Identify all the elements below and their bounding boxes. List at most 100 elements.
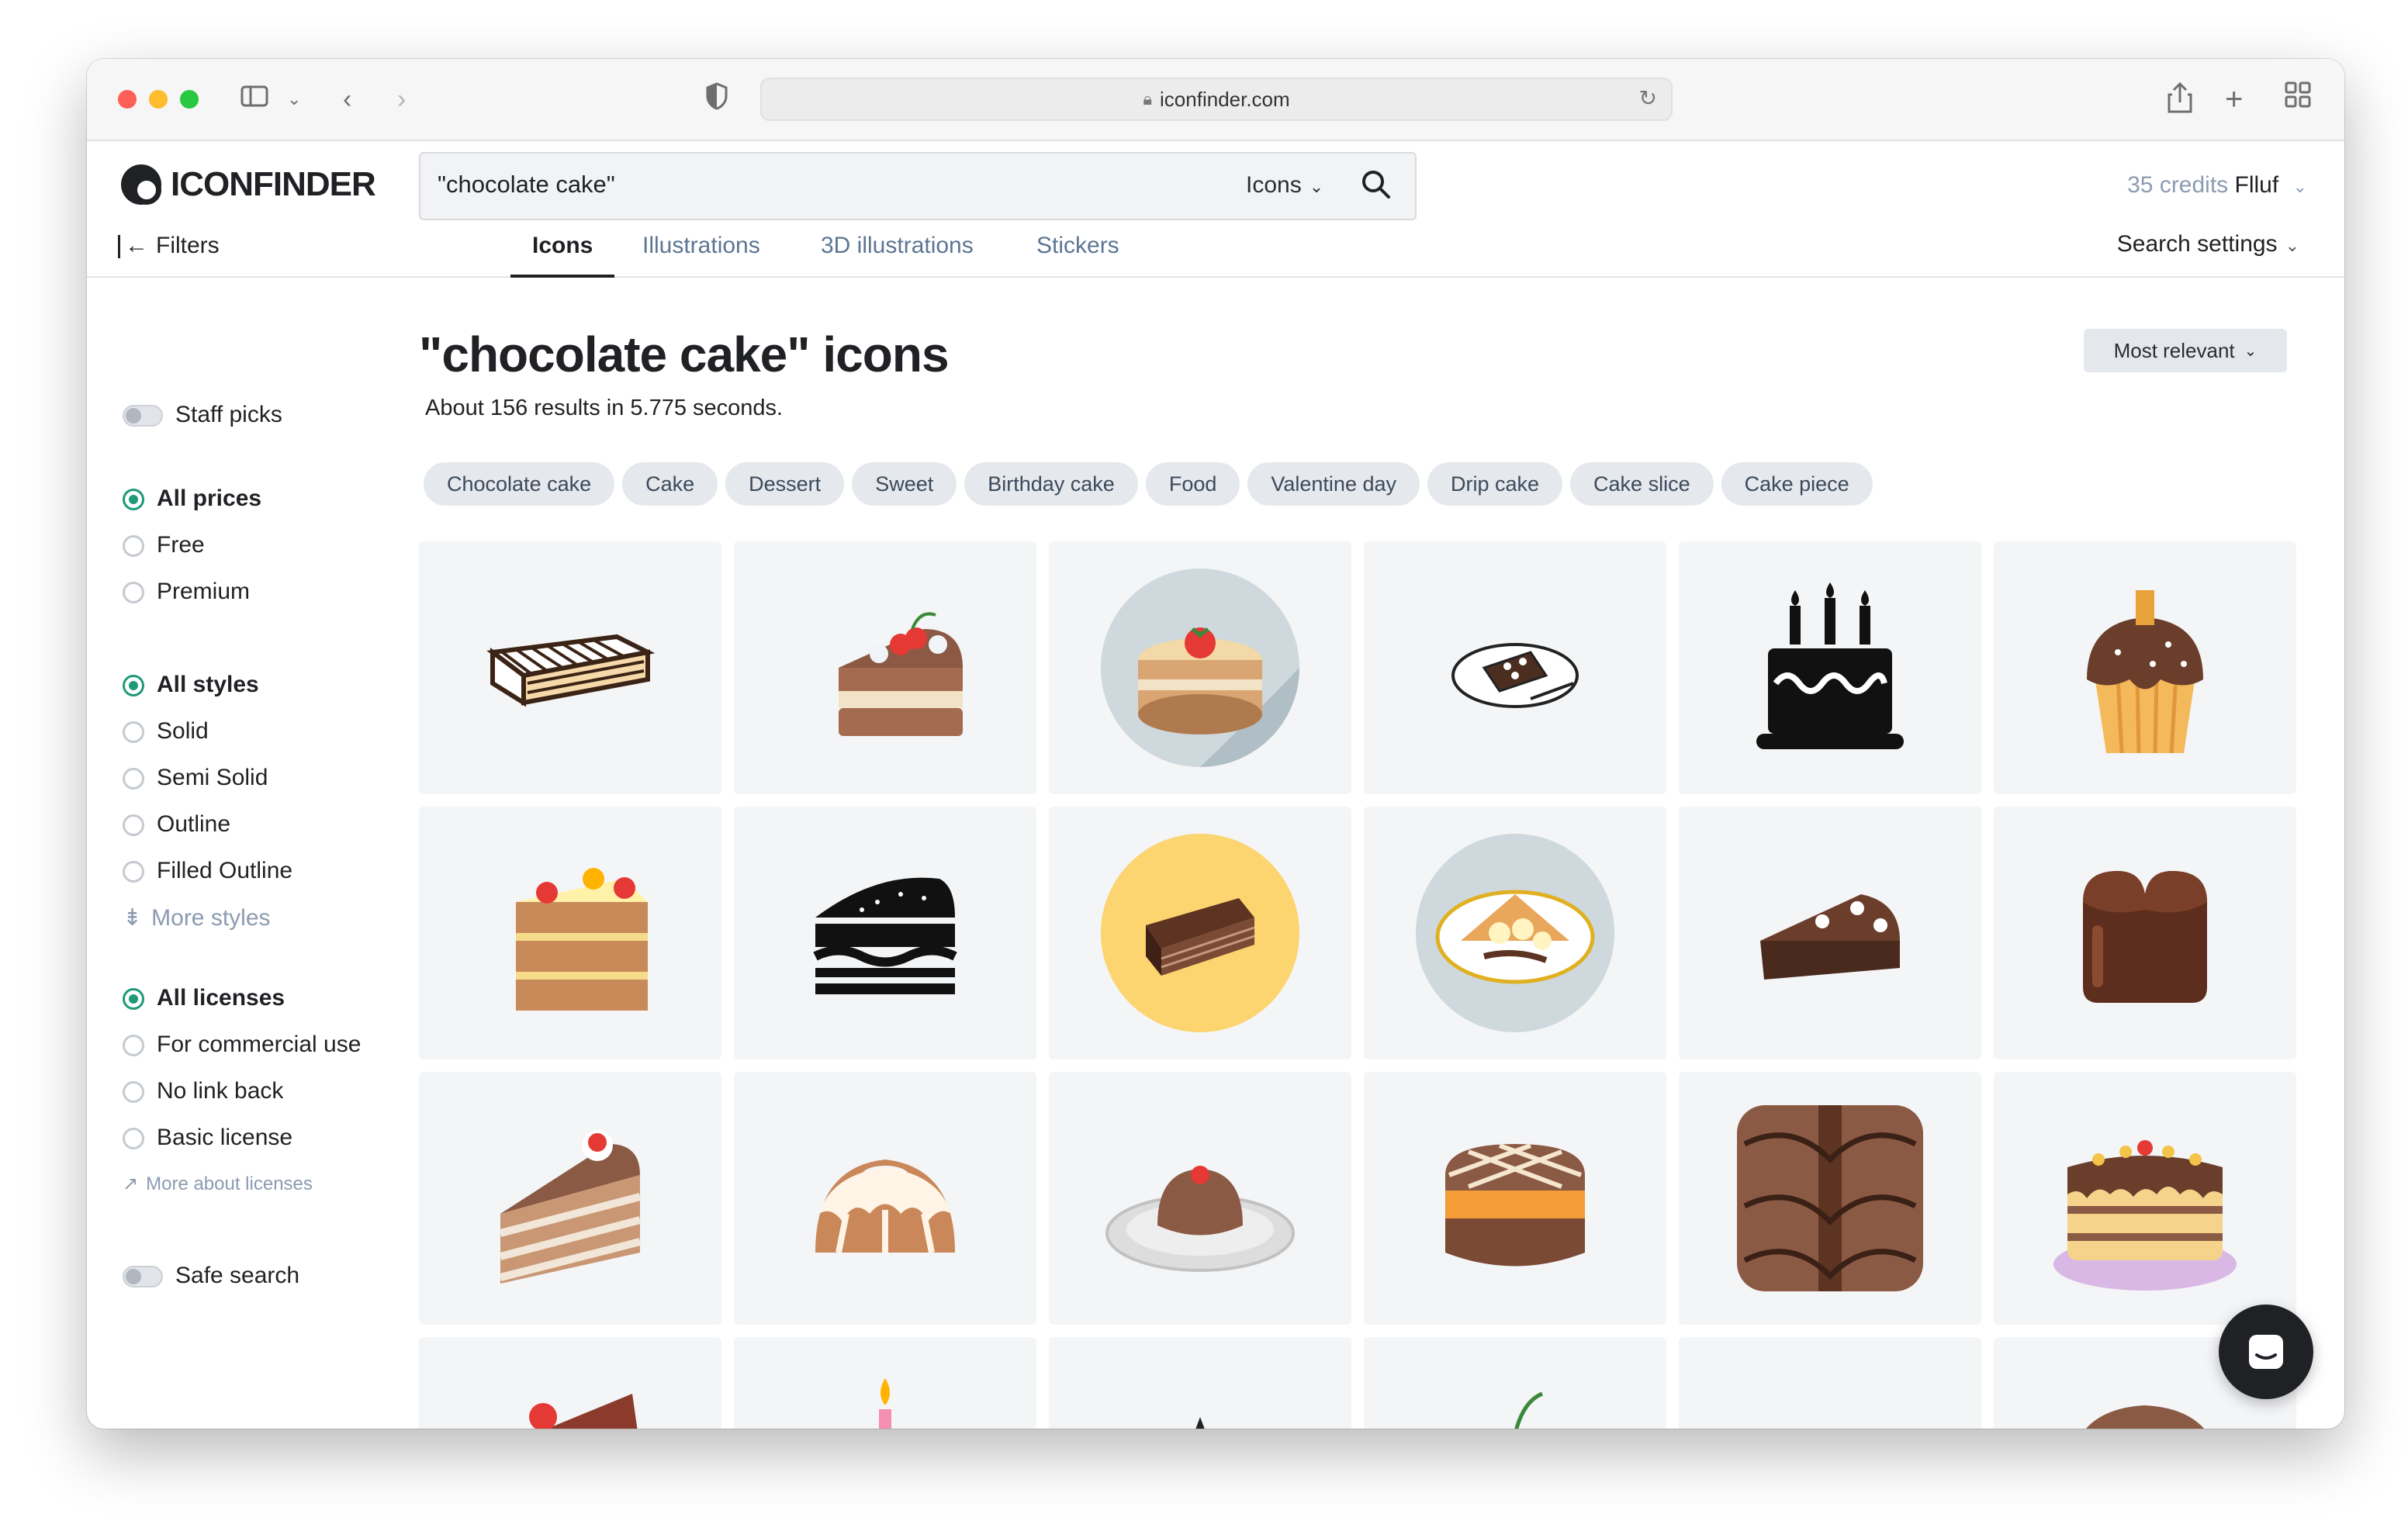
icon-result-card[interactable] [1364,1337,1666,1429]
icon-result-card[interactable] [1994,541,2296,794]
icon-result-card[interactable] [1049,1337,1351,1429]
style-semi-solid-label: Semi Solid [157,765,268,790]
round-cake-strawberry-icon [1101,569,1299,767]
tag-chip[interactable]: Chocolate cake [424,462,615,506]
tab-icons[interactable]: Icons [510,233,615,278]
icon-result-card[interactable] [734,541,1036,794]
style-all-radio[interactable] [123,675,144,696]
icon-result-card[interactable] [1049,807,1351,1059]
icon-result-card[interactable] [1679,1072,1981,1325]
icon-result-card[interactable] [419,807,721,1059]
license-commercial-radio[interactable] [123,1035,144,1056]
share-icon[interactable] [2166,81,2194,125]
birthday-cake-solid-icon [1756,582,1904,749]
icon-result-card[interactable] [1364,1072,1666,1325]
price-free-radio[interactable] [123,535,144,557]
tag-chip[interactable]: Sweet [852,462,957,506]
icon-result-card[interactable] [1364,541,1666,794]
license-basic-label: Basic license [157,1125,293,1150]
dome-cake-partial-icon [2085,1405,2205,1429]
more-about-licenses-link[interactable]: ↗ More about licenses [123,1173,313,1195]
icon-result-card[interactable] [734,807,1036,1059]
chocolate-slice-yellow-circle-icon [1101,834,1299,1032]
chevron-down-icon[interactable]: ⌄ [287,81,301,118]
address-bar[interactable]: 🔒︎ iconfinder.com ↻ [760,78,1673,121]
close-window-button[interactable] [118,90,137,109]
logo-text: ICONFINDER [171,165,376,203]
tag-chip[interactable]: Drip cake [1427,462,1563,506]
forward-arrow-icon[interactable]: › [397,81,406,118]
tab-stickers[interactable]: Stickers [1036,233,1119,275]
safe-search-toggle[interactable] [123,1266,163,1287]
icon-result-card[interactable] [1049,541,1351,794]
lock-icon: 🔒︎ [1143,89,1153,109]
icon-result-card[interactable] [1994,1072,2296,1325]
more-styles-label: More styles [151,905,271,931]
price-all-radio[interactable] [123,489,144,510]
icon-result-card[interactable] [734,1337,1036,1429]
style-solid-label: Solid [157,718,209,744]
style-all-label: All styles [157,672,259,697]
price-all-label: All prices [157,486,262,511]
cake-partial-icon [1195,1417,1205,1429]
new-tab-icon[interactable]: + [2225,81,2243,118]
icon-result-card[interactable] [1679,807,1981,1059]
sidebar-toggle-icon[interactable] [239,81,270,122]
style-filled-outline-radio[interactable] [123,861,144,883]
icon-result-card[interactable] [1049,1072,1351,1325]
tag-chip[interactable]: Cake [622,462,718,506]
tag-chip[interactable]: Cake piece [1721,462,1873,506]
cake-slice-solid-icon [813,877,957,994]
minimize-window-button[interactable] [149,90,168,109]
chevron-down-icon: ⌄ [2244,342,2258,360]
icon-result-card[interactable] [419,1072,721,1325]
back-arrow-icon[interactable]: ‹ [343,81,351,118]
cake-slice-cherry-icon [839,612,963,736]
more-styles-link[interactable]: ⇟ More styles [123,904,271,931]
license-no-link-back-label: No link back [157,1078,284,1104]
maximize-window-button[interactable] [180,90,199,109]
license-all-radio[interactable] [123,988,144,1010]
search-settings-dropdown[interactable]: Search settings ⌄ [2117,231,2299,257]
chat-button[interactable] [2219,1305,2313,1399]
tab-overview-icon[interactable] [2284,81,2312,119]
staff-picks-label: Staff picks [175,402,282,427]
filters-toggle[interactable]: ← Filters [118,233,220,259]
icon-result-card[interactable] [1679,541,1981,794]
tag-chip[interactable]: Birthday cake [964,462,1138,506]
license-no-link-back-radio[interactable] [123,1081,144,1103]
sort-dropdown[interactable]: Most relevant ⌄ [2084,329,2287,372]
icon-result-card[interactable] [1679,1337,1981,1429]
license-all-label: All licenses [157,985,285,1011]
staff-picks-toggle[interactable] [123,405,163,427]
reload-icon[interactable]: ↻ [1639,85,1657,111]
search-input[interactable] [438,171,1136,199]
style-semi-solid-radio[interactable] [123,768,144,790]
search-button[interactable] [1359,168,1396,205]
icon-result-card[interactable] [419,1337,721,1429]
tag-chip[interactable]: Food [1145,462,1240,506]
icon-result-card[interactable] [1364,807,1666,1059]
style-outline-radio[interactable] [123,814,144,836]
account-menu[interactable]: 35 credits Flluf ⌄ [2127,172,2307,199]
search-type-dropdown[interactable]: Icons ⌄ [1246,172,1323,199]
tag-chip[interactable]: Dessert [725,462,845,506]
tab-3d-illustrations[interactable]: 3D illustrations [821,233,974,275]
price-premium-radio[interactable] [123,582,144,603]
tag-chip[interactable]: Valentine day [1247,462,1420,506]
site-header: ICONFINDER Icons ⌄ 35 credits Flluf ⌄ [87,141,2344,220]
icon-result-card[interactable] [419,541,721,794]
tab-illustrations[interactable]: Illustrations [642,233,760,275]
icon-result-card[interactable] [1994,807,2296,1059]
tag-chip[interactable]: Cake slice [1570,462,1714,506]
style-solid-radio[interactable] [123,721,144,743]
shield-icon[interactable] [704,81,729,122]
iconfinder-logo[interactable]: ICONFINDER [121,164,376,205]
search-icon [1362,171,1390,199]
results-count: About 156 results in 5.775 seconds. [425,396,784,420]
filters-sidebar: Staff picks All prices Free Premium All … [87,279,420,1427]
license-basic-radio[interactable] [123,1128,144,1149]
icon-result-card[interactable] [734,1072,1036,1325]
collapse-sidebar-icon [118,235,120,259]
round-cake-partial-icon [1729,1363,1931,1429]
